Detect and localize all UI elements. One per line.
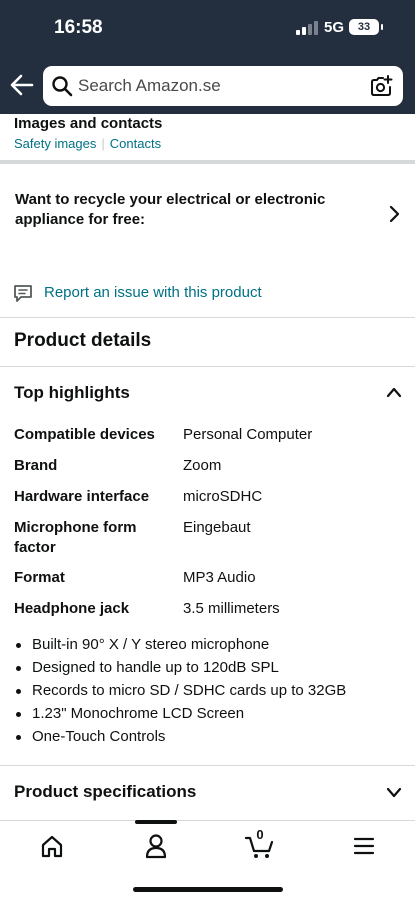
battery-icon: 33 — [349, 19, 383, 35]
home-indicator — [133, 887, 283, 892]
back-arrow-icon[interactable] — [9, 70, 35, 100]
status-bar: 16:58 5G 33 — [0, 0, 415, 58]
images-and-contacts-section: Images and contacts Safety images | Contac… — [0, 114, 415, 164]
product-specifications-header[interactable]: Product specifications — [0, 778, 415, 808]
spec-key: Headphone jack — [14, 600, 130, 617]
link-separator: | — [101, 136, 105, 151]
recycle-row[interactable]: Want to recycle your electrical or elect… — [0, 168, 415, 258]
network-type: 5G — [324, 19, 345, 36]
search-input[interactable] — [78, 66, 358, 106]
list-item: Records to micro SD / SDHC cards up to 3… — [14, 679, 404, 702]
list-item: One-Touch Controls — [14, 725, 404, 748]
recycle-text: Want to recycle your electrical or elect… — [15, 191, 326, 228]
cart-count: 0 — [256, 827, 264, 842]
chevron-up-icon[interactable] — [385, 384, 403, 400]
spec-value: 3.5 millimeters — [183, 600, 280, 617]
report-issue-link[interactable]: Report an issue with this product — [44, 284, 262, 301]
images-and-contacts-title: Images and contacts — [14, 115, 163, 132]
contacts-link[interactable]: Contacts — [110, 136, 161, 151]
spec-value: Personal Computer — [183, 426, 313, 443]
search-header — [0, 58, 415, 114]
highlights-bullet-list: Built-in 90° X / Y stereo microphone Des… — [14, 633, 404, 748]
camera-icon[interactable] — [369, 74, 393, 98]
list-item: Built-in 90° X / Y stereo microphone — [14, 633, 404, 656]
spec-value: microSDHC — [183, 488, 263, 505]
home-icon[interactable] — [32, 831, 72, 861]
spec-key: Microphone form factor — [14, 519, 137, 556]
spec-value: Zoom — [183, 457, 222, 474]
spec-key: Compatible devices — [14, 426, 155, 443]
safety-images-link[interactable]: Safety images — [14, 136, 96, 151]
divider — [0, 317, 415, 318]
spec-key: Format — [14, 569, 65, 586]
chevron-down-icon[interactable] — [385, 784, 403, 800]
spec-key: Hardware interface — [14, 488, 150, 505]
product-details-title: Product details — [14, 330, 152, 351]
account-icon[interactable] — [136, 831, 176, 861]
bottom-nav: 0 — [0, 820, 415, 900]
menu-icon[interactable] — [344, 831, 384, 861]
product-specifications-title: Product specifications — [14, 782, 197, 801]
list-item: Designed to handle up to 120dB SPL — [14, 656, 404, 679]
report-icon — [14, 285, 32, 302]
list-item: 1.23" Monochrome LCD Screen — [14, 702, 404, 725]
spec-key: Brand — [14, 457, 58, 474]
top-highlights-title: Top highlights — [14, 383, 130, 402]
nav-active-indicator — [135, 820, 177, 824]
status-time: 16:58 — [54, 17, 103, 38]
report-issue-row[interactable]: Report an issue with this product — [0, 280, 415, 310]
spec-value: Eingebaut — [183, 519, 251, 536]
spec-value: MP3 Audio — [183, 569, 256, 586]
images-links: Safety images | Contacts — [14, 136, 161, 151]
search-box[interactable] — [43, 66, 403, 106]
divider — [0, 765, 415, 766]
search-icon — [52, 76, 73, 97]
signal-icon — [296, 21, 318, 35]
chevron-right-icon[interactable] — [385, 204, 403, 224]
top-highlights-header[interactable]: Top highlights — [0, 378, 415, 410]
cart-button[interactable]: 0 — [240, 827, 280, 861]
divider — [0, 366, 415, 367]
